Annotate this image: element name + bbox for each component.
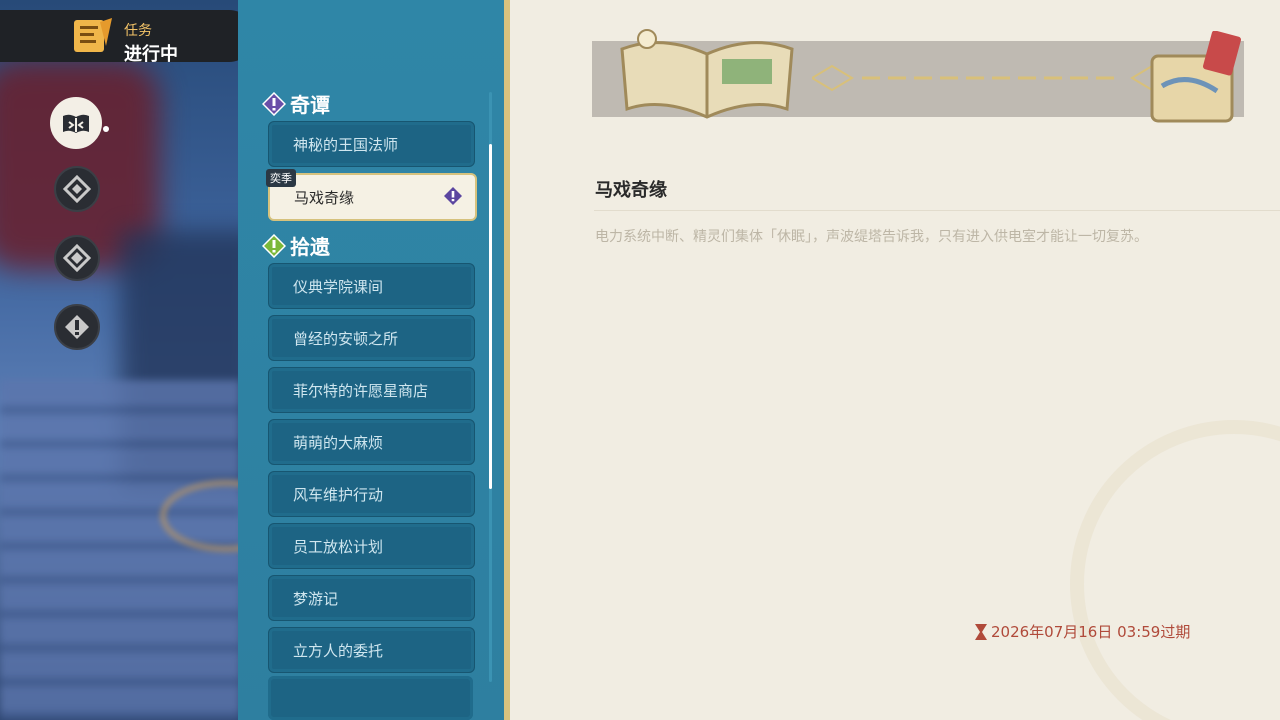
quest-item-label: 员工放松计划 [293,538,384,556]
green-exclamation-diamond-icon [262,233,286,258]
map-scroll-illustration-icon [1150,31,1241,123]
active-indicator-dot [103,126,109,132]
quest-banner [592,29,1244,123]
quest-item[interactable]: 萌萌的大麻烦 [268,419,475,465]
quest-item-selected[interactable]: 奕季 马戏奇缘 [266,169,477,221]
quest-item-label: 梦游记 [293,590,339,608]
category-qitan: 奇谭 [262,89,330,118]
season-tag: 奕季 [266,169,296,187]
header-status-label: 进行中 [124,44,178,65]
quest-item-label: 菲尔特的许愿星商店 [293,382,429,400]
tab-event-quests[interactable] [54,235,100,281]
quest-item-label: 风车维护行动 [293,486,384,504]
open-book-illustration-icon [620,29,794,119]
purple-exclamation-diamond-icon [262,91,286,116]
quest-item[interactable]: 曾经的安顿之所 [268,315,475,361]
quest-expiry: 2026年07月16日 03:59过期 [974,621,1190,642]
hourglass-icon [975,623,987,640]
exclamation-diamond-icon [65,315,89,339]
quest-item[interactable]: 神秘的王国法师 [268,121,475,167]
quest-item[interactable]: 风车维护行动 [268,471,475,517]
quest-title: 马戏奇缘 [595,180,667,201]
background-scene [0,0,240,720]
tab-side-quests[interactable] [54,304,100,350]
tab-main-quests[interactable] [54,166,100,212]
quest-item-label: 马戏奇缘 [294,189,355,207]
quest-scroll-icon [74,18,112,52]
expiry-text: 2026年07月16日 03:59过期 [991,623,1191,641]
quest-item-label: 神秘的王国法师 [293,136,399,154]
diamond-emblem-icon [63,244,91,272]
quest-item-label: 曾经的安顿之所 [293,330,399,348]
title-divider [594,210,1280,211]
quest-item[interactable]: 菲尔特的许愿星商店 [268,367,475,413]
category-label: 拾遗 [290,235,330,259]
quest-list-scrollbar[interactable] [489,92,492,682]
category-shiyi: 拾遗 [262,231,330,260]
quest-item-partial[interactable] [268,676,473,720]
open-book-icon [63,114,89,133]
quest-item[interactable]: 员工放松计划 [268,523,475,569]
tab-all-quests[interactable] [50,97,102,149]
purple-exclamation-diamond-icon [444,187,462,205]
task-header: 任务 进行中 [0,10,255,65]
quest-item-label: 仪典学院课间 [293,278,384,296]
category-label: 奇谭 [290,93,330,117]
watermark-emblem [1070,420,1280,720]
quest-item-label: 萌萌的大麻烦 [293,434,384,452]
header-small-label: 任务 [124,23,152,39]
quest-item[interactable]: 梦游记 [268,575,475,621]
quest-detail-panel: 马戏奇缘 电力系统中断、精灵们集体「休眠」，声波缇塔告诉我，只有进入供电室才能让… [510,0,1280,720]
scrollbar-thumb[interactable] [489,144,492,489]
quest-item-label: 立方人的委托 [293,642,384,660]
quest-description: 电力系统中断、精灵们集体「休眠」，声波缇塔告诉我，只有进入供电室才能让一切复苏。 [595,229,1148,245]
quest-item[interactable]: 仪典学院课间 [268,263,475,309]
banner-ornament-icon [812,64,1172,92]
diamond-emblem-icon [63,175,91,203]
quest-item[interactable]: 立方人的委托 [268,627,475,673]
